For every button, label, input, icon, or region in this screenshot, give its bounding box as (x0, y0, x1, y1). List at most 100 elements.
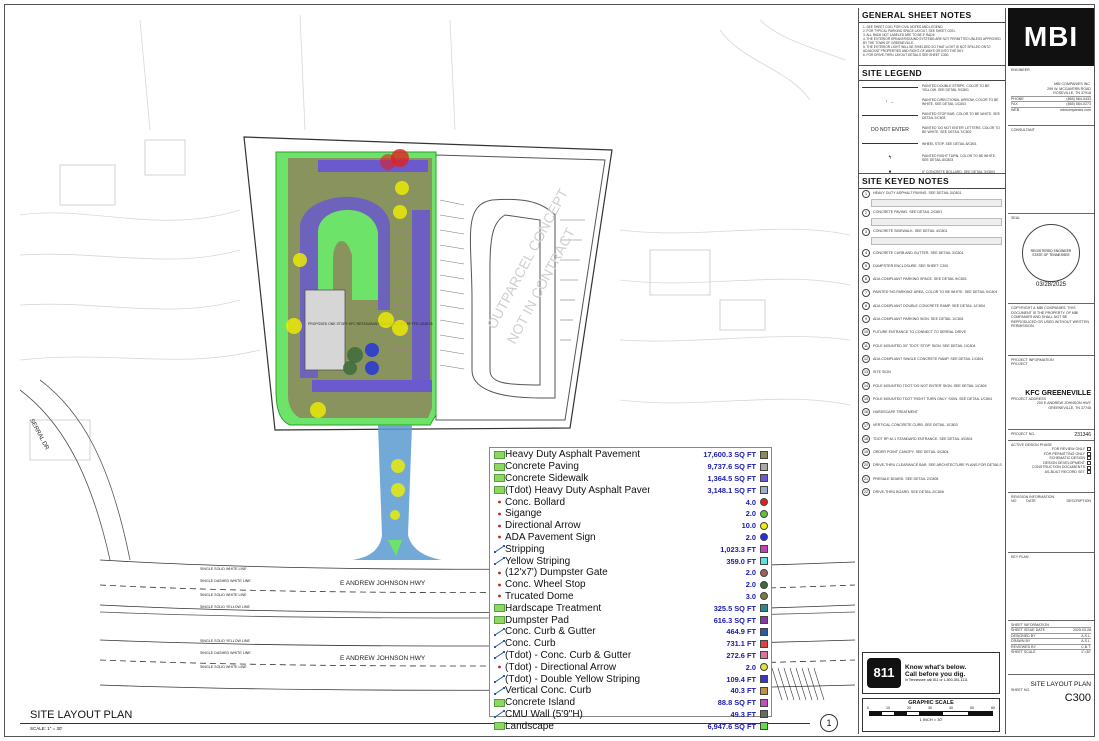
ledger-row: Vertical Conc. Curb 40.3 FT (493, 685, 768, 697)
ledger-item-value: 9,737.6 SQ FT (707, 462, 756, 472)
ledger-item-name: Heavy Duty Asphalt Pavement (505, 449, 641, 461)
keyed-note-text: POLE MOUNTED TDOT 'RIGHT TURN ONLY' SIGN… (873, 396, 993, 401)
keyed-note-number: 4 (862, 248, 870, 257)
keyed-notes-title: SITE KEYED NOTES (859, 174, 1005, 189)
ledger-color-swatch (760, 580, 768, 589)
ledger-row: Directional Arrow 10.0 (493, 520, 768, 532)
ledger-row: CMU Wall (5'9"H) 49.3 FT (493, 709, 768, 721)
sheet-info-label: DESIGNED BY (1011, 633, 1036, 638)
ledger-row: Trucated Dome 3.0 (493, 591, 768, 603)
ledger-color-swatch (760, 462, 768, 471)
legend-symbol: ↑ → (885, 99, 895, 105)
ledger-item-value: 359.0 FT (726, 556, 756, 566)
ledger-row: Sigange 2.0 (493, 508, 768, 520)
keyed-note-number: 10 (862, 328, 870, 337)
keyed-note: 14 POLE MOUNTED TDOT 'DO NOT ENTER' SIGN.… (859, 379, 1005, 392)
keyed-note-detail-box (871, 218, 1002, 226)
ledger-color-swatch (760, 474, 768, 483)
keyed-note-number: 6 (862, 275, 870, 284)
contact-value: (865) 584-0433 (1066, 96, 1091, 101)
ledger-item-name: (Tdot) - Directional Arrow (505, 661, 617, 673)
ledger-item-value: 3.0 (745, 591, 756, 601)
general-notes: GENERAL SHEET NOTES 1. SEE SHEET C001 FO… (859, 8, 1005, 66)
sheet-title: SITE LAYOUT PLAN (1030, 681, 1091, 688)
ledger-item-name: Landscape (505, 720, 554, 732)
copyright-block: COPYRIGHT & MBI COMPANIES. THIS DOCUMENT… (1008, 304, 1094, 356)
sidewalk-strip-south (312, 380, 432, 392)
phase-checkbox (1087, 465, 1091, 470)
ledger-item-value: 49.3 FT (730, 709, 756, 719)
keyed-note: 17 VERTICAL CONCRETE CURB. SEE DETAIL 1/C… (859, 419, 1005, 432)
ledger-row: Conc. Bollard 4.0 (493, 496, 768, 508)
keyed-note-number: 1 (862, 189, 870, 198)
count-measure-icon (493, 592, 505, 600)
keyed-note-text: VERTICAL CONCRETE CURB. SEE DETAIL 1/C80… (873, 423, 958, 428)
legend-text: WHEEL STOP. SEE DETAIL 8/C801 (922, 142, 977, 146)
ledger-row: (Tdot) Heavy Duty Asphalt Pavement 3,148.… (493, 484, 768, 496)
phase-checkbox (1087, 456, 1091, 461)
hatched-area (771, 667, 825, 701)
title-block: MBI ENGINEER MBI COMPANIES INC. 299 W. M… (1008, 8, 1094, 734)
svg-text:SINGLE SOLID WHITE LINE: SINGLE SOLID WHITE LINE (200, 567, 247, 571)
seal-block: SEAL REGISTERED ENGINEER STATE OF TENNES… (1008, 214, 1094, 304)
keyed-note: 5 DUMPSTER ENCLOSURE. SEE SHEET C300 (859, 259, 1005, 272)
length-measure-icon (493, 651, 505, 660)
ledger-row: Yellow Striping 359.0 FT (493, 555, 768, 567)
length-measure-icon (493, 675, 505, 684)
area-measure-icon (493, 722, 505, 731)
side-road (19, 379, 131, 561)
ledger-item-name: (Tdot) Heavy Duty Asphalt Pavement (505, 484, 650, 496)
ledger-color-swatch (760, 686, 768, 695)
svg-text:SINGLE SOLID YELLOW LINE: SINGLE SOLID YELLOW LINE (200, 605, 250, 609)
drawing-sheet: OUTPARCEL CONCEPT NOT IN CONTRACT PROPOS… (0, 0, 1099, 741)
ledger-item-name: Conc. Curb & Gutter (505, 626, 596, 638)
keyed-note-text: ADA COMPLIANT DOUBLE CONCRETE RAMP. SEE … (873, 303, 985, 308)
general-notes-title: GENERAL SHEET NOTES (859, 8, 1005, 23)
length-measure-icon (493, 545, 505, 554)
keyed-note: 8 ADA COMPLIANT DOUBLE CONCRETE RAMP. SEE… (859, 299, 1005, 312)
ledger-color-swatch (760, 627, 768, 636)
drawing-callout: 1 (820, 714, 838, 732)
keyed-note-text: ADA COMPLIANT SINGLE CONCRETE RAMP. SEE … (873, 356, 984, 361)
keyed-note: 19 ORDER POINT CANOPY. SEE DETAIL 4/C804 (859, 445, 1005, 458)
ledger-item-value: 1,023.3 FT (720, 544, 756, 554)
phase-option: AS-BUILT RECORD SET (1011, 470, 1091, 475)
sheet-info-value: C.B.T. (1081, 644, 1091, 649)
keyed-note: 3 CONCRETE SIDEWALK. SEE DETAIL 4/C801 (859, 227, 1005, 236)
length-measure-icon (493, 639, 505, 648)
project-block: PROJECT INFORMATION PROJECT KFC GREENEVI… (1008, 356, 1094, 430)
keyed-note-text: TDOT RP-M-1 STANDARD ENTRANCE. SEE DETAI… (873, 436, 973, 441)
ledger-item-value: 3,148.1 SQ FT (707, 485, 756, 495)
ledger-color-swatch (760, 450, 768, 459)
contact-row: WEB mbicompanies.com (1011, 106, 1091, 113)
ledger-color-swatch (760, 604, 768, 613)
ledger-row: Heavy Duty Asphalt Pavement 17,600.3 SQ F… (493, 449, 768, 461)
ledger-color-swatch (760, 568, 768, 577)
ledger-item-value: 2.0 (745, 662, 756, 672)
contact-value: (865) 584-0273 (1066, 102, 1091, 107)
keyed-notes-list: 1 HEAVY DUTY ASPHALT PAVING. SEE DETAIL 3… (859, 189, 1005, 499)
site-legend: SITE LEGEND PAINTED DOUBLE STRIPE, COLOR… (859, 66, 1005, 175)
ledger-color-swatch (760, 509, 768, 518)
ledger-item-value: 17,600.3 SQ FT (703, 450, 756, 460)
ledger-color-swatch (760, 663, 768, 672)
keyed-note-number: 15 (862, 394, 870, 403)
count-measure-icon (493, 663, 505, 671)
length-measure-icon (493, 686, 505, 695)
phase-checkbox (1087, 461, 1091, 466)
engineer-contacts: PHONE (865) 584-0433 FAX (865) 584-0273 WEB m… (1011, 95, 1091, 113)
count-measure-icon (493, 581, 505, 589)
keyed-note: 11 POLE MOUNTED 30" TDOT 'STOP' SIGN. SEE… (859, 339, 1005, 352)
keyed-note: 12 ADA COMPLIANT SINGLE CONCRETE RAMP. SE… (859, 352, 1005, 365)
keyed-note: 4 CONCRETE CURB AND GUTTER. SEE DETAIL 3/… (859, 246, 1005, 259)
keyed-note: 16 HARDSCAPE TREATMENT (859, 406, 1005, 419)
ledger-item-value: 6,947.6 SQ FT (707, 721, 756, 731)
legend-text: PAINTED 'DO NOT ENTER' LETTERS. COLOR TO… (922, 126, 1000, 134)
keyed-note-text: ORDER POINT CANOPY. SEE DETAIL 4/C804 (873, 450, 949, 454)
keyed-note-text: DUMPSTER ENCLOSURE. SEE SHEET C300 (873, 263, 949, 268)
ledger-row: Hardscape Treatment 325.5 SQ FT (493, 602, 768, 614)
phase-checkbox (1087, 451, 1091, 456)
ledger-row: (Tdot) - Double Yellow Striping 109.4 FT (493, 673, 768, 685)
ledger-color-swatch (760, 698, 768, 707)
ledger-item-value: 88.8 SQ FT (717, 698, 756, 708)
